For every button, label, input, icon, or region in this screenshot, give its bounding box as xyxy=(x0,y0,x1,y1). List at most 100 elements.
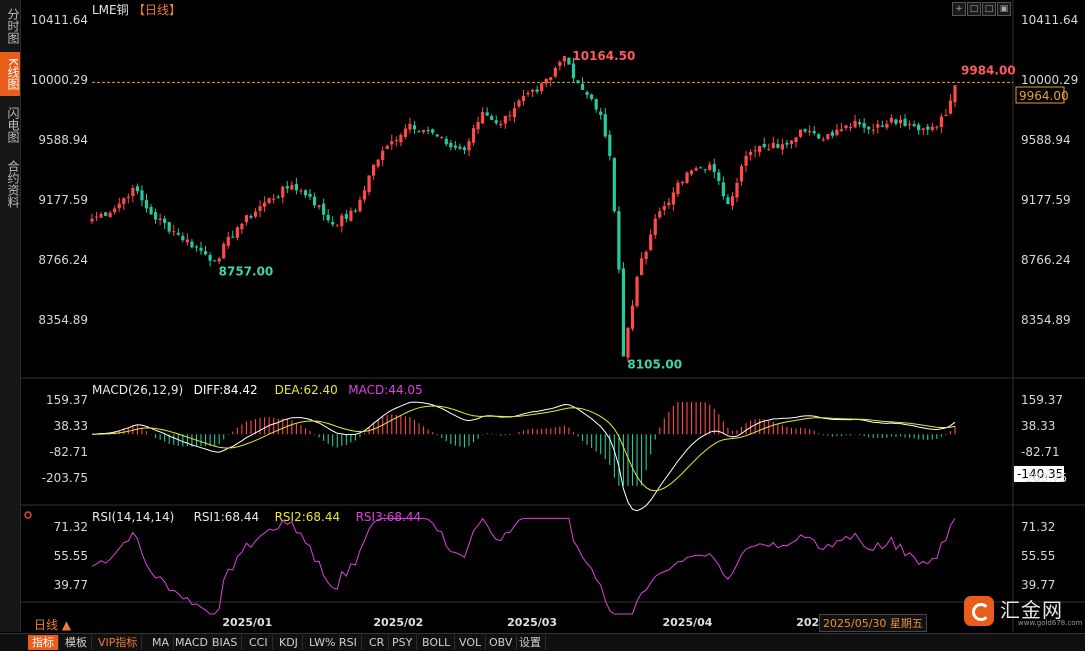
candle-body xyxy=(181,235,185,241)
tab-kline[interactable]: K线图 xyxy=(0,52,20,96)
candle-body xyxy=(512,108,517,118)
macd-tick-left: -82.71 xyxy=(49,445,88,459)
candle-body xyxy=(871,129,875,131)
indicator-tab-rsi[interactable]: RSI xyxy=(335,635,362,650)
candle-body xyxy=(898,119,903,124)
indicator-tab-[interactable]: 指标 xyxy=(28,635,59,650)
macd-legend-dea: DEA:62.40 xyxy=(275,383,338,397)
rsi-title: RSI(14,14,14) xyxy=(92,510,174,524)
candle-body xyxy=(90,218,94,222)
candle-body xyxy=(235,227,239,238)
date-tick: 2025/01 xyxy=(222,616,272,629)
candle-body xyxy=(649,234,653,250)
candle-body xyxy=(540,83,544,92)
zoom-in-icon[interactable]: □ xyxy=(967,2,981,16)
indicator-tab-obv[interactable]: OBV xyxy=(485,635,518,650)
indicator-tab-kdj[interactable]: KDJ xyxy=(275,635,303,650)
indicator-tab-cr[interactable]: CR xyxy=(365,635,390,650)
candle-body xyxy=(562,56,566,62)
indicator-tab-macd[interactable]: MACD xyxy=(171,635,213,650)
chart-grid xyxy=(20,0,1085,632)
price-tick-left: 9588.94 xyxy=(38,133,88,147)
candle-body xyxy=(853,120,857,128)
candle-body xyxy=(530,89,535,92)
candle-body xyxy=(317,205,321,208)
candle-body xyxy=(431,129,435,133)
candle-body xyxy=(367,175,371,193)
candle-body xyxy=(113,208,117,213)
tab-flash-chart[interactable]: 闪电图 xyxy=(0,100,20,150)
zoom-out-icon[interactable]: □ xyxy=(982,2,996,16)
crosshair-icon[interactable]: + xyxy=(952,2,966,16)
candle-body xyxy=(767,148,771,150)
indicator-tab-bias[interactable]: BIAS xyxy=(208,635,243,650)
rsi-tick-left: 55.55 xyxy=(54,549,88,563)
macd-tick-left: -203.75 xyxy=(42,471,88,485)
candle-body xyxy=(126,196,130,198)
candle-body xyxy=(199,247,203,251)
candle-body xyxy=(267,198,271,203)
indicator-tab-psy[interactable]: PSY xyxy=(388,635,418,650)
candle-body xyxy=(839,129,844,132)
candle-body xyxy=(939,116,943,128)
candle-body xyxy=(935,126,939,128)
candle-body xyxy=(467,141,471,151)
candle-body xyxy=(635,276,639,306)
indicator-tab-[interactable]: 模板 xyxy=(61,635,92,650)
candle-body xyxy=(217,258,221,262)
candle-body xyxy=(394,140,398,142)
tab-contract-info[interactable]: 合约资料 xyxy=(0,154,20,214)
candle-body xyxy=(753,150,757,152)
candle-body xyxy=(699,167,703,169)
candle-body xyxy=(817,134,821,139)
candle-body xyxy=(503,115,507,124)
indicator-tab-vip[interactable]: VIP指标 xyxy=(94,635,143,650)
candle-body xyxy=(612,158,616,212)
indicator-tab-cci[interactable]: CCI xyxy=(245,635,273,650)
candle-body xyxy=(735,182,739,198)
macd-tick-right: -203.75 xyxy=(1021,471,1067,485)
rsi-line xyxy=(91,517,956,615)
indicator-tab-[interactable]: 设置 xyxy=(515,635,546,650)
indicator-tab-vol[interactable]: VOL xyxy=(455,635,487,650)
candle-body xyxy=(499,123,503,126)
candle-body xyxy=(826,134,830,139)
logo-icon xyxy=(964,596,994,626)
candle-body xyxy=(526,92,530,95)
price-tick-left: 10411.64 xyxy=(31,13,88,27)
candle-body xyxy=(626,327,630,358)
candle-body xyxy=(440,136,444,138)
candle-body xyxy=(912,124,916,127)
candle-body xyxy=(576,80,580,83)
candle-body xyxy=(885,123,889,128)
rsi-tick-left: 39.77 xyxy=(54,578,88,592)
candle-body xyxy=(158,218,162,220)
candle-body xyxy=(362,190,367,200)
candle-body xyxy=(658,211,662,218)
candle-body xyxy=(312,196,317,206)
tab-time-sharing[interactable]: 分时图 xyxy=(0,4,20,48)
candle-body xyxy=(944,115,948,117)
settings-icon[interactable]: ▣ xyxy=(997,2,1011,16)
candle-body xyxy=(412,125,417,130)
candle-body xyxy=(94,216,99,218)
candle-body xyxy=(213,260,217,262)
chart-canvas[interactable]: -140.35MACD(26,12,9) DIFF:84.42 DEA:62.40… xyxy=(20,0,1085,632)
candle-body xyxy=(399,134,403,143)
macd-tick-right: 38.33 xyxy=(1021,419,1055,433)
rsi-tick-right: 55.55 xyxy=(1021,549,1055,563)
macd-panel: -140.35MACD(26,12,9) DIFF:84.42 DEA:62.40… xyxy=(91,383,1064,512)
candle-body xyxy=(921,128,925,130)
macd-legend-diff: DIFF:84.42 xyxy=(194,383,258,397)
indicator-tab-boll[interactable]: BOLL xyxy=(418,635,456,650)
candle-body xyxy=(176,232,180,235)
candle-body xyxy=(244,215,249,223)
candle-body xyxy=(835,129,839,136)
candle-body xyxy=(485,112,489,116)
candle-body xyxy=(372,164,376,176)
candle-body xyxy=(780,144,784,150)
candle-body xyxy=(608,134,612,156)
price-axis: 10411.64 10411.64 10000.29 10000.29 9588.94 9… xyxy=(31,13,1079,629)
period-label[interactable]: 日线 ▲ xyxy=(34,616,71,633)
candle-body xyxy=(867,126,871,130)
